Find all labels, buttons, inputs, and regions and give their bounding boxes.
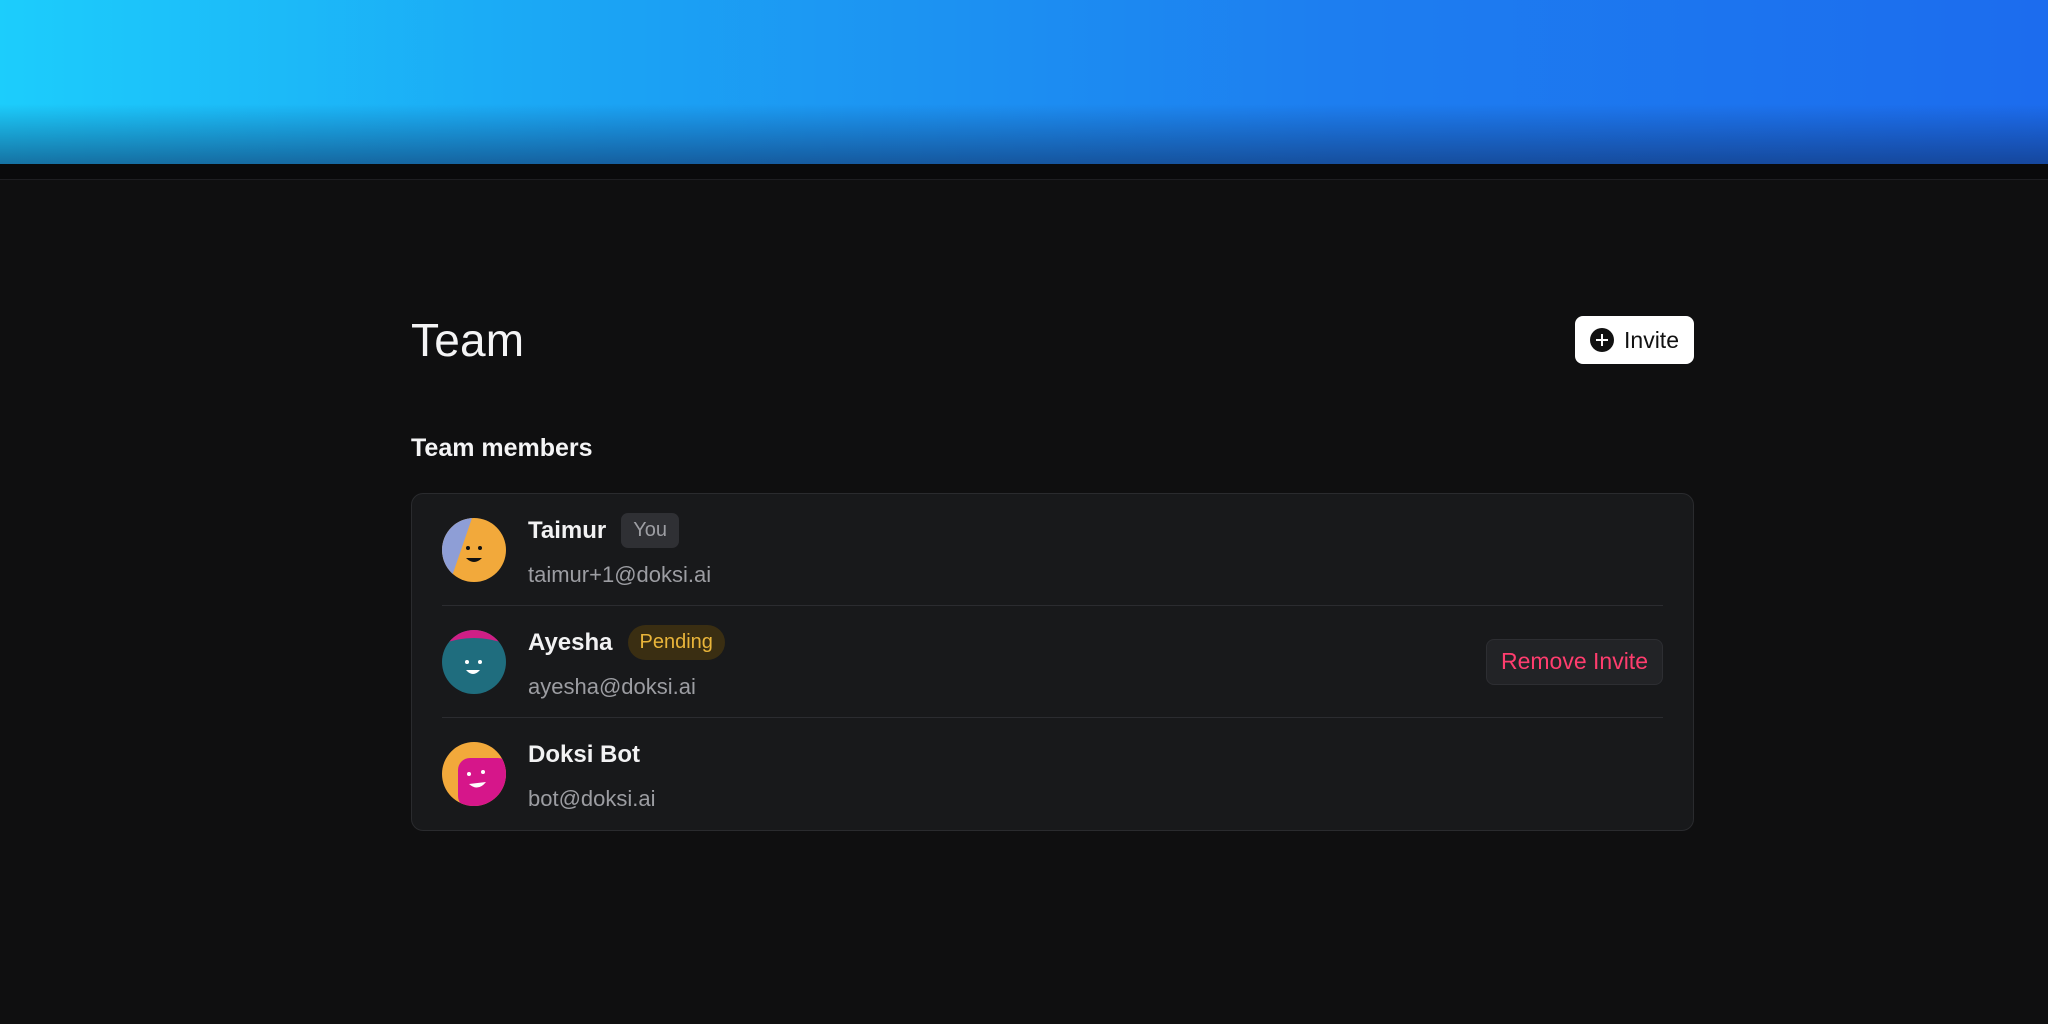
- page-header: Team Invite: [411, 300, 1694, 380]
- member-info: Doksi Bot bot@doksi.ai: [528, 736, 1663, 812]
- avatar: [442, 517, 506, 582]
- section-title: Team members: [411, 434, 593, 462]
- member-row: Doksi Bot bot@doksi.ai: [442, 718, 1663, 830]
- status-badge: Pending: [627, 625, 725, 660]
- member-row: Taimur You taimur+1@doksi.ai: [442, 494, 1663, 606]
- member-email: bot@doksi.ai: [528, 786, 656, 811]
- member-name: Doksi Bot: [528, 741, 641, 768]
- page-title: Team: [411, 314, 525, 366]
- invite-button-label: Invite: [1624, 326, 1679, 353]
- plus-circle-icon: [1590, 328, 1615, 352]
- avatar-face-icon: [442, 517, 506, 582]
- status-badge: You: [621, 513, 679, 548]
- member-name: Taimur: [528, 516, 607, 544]
- member-name-line: Doksi Bot: [528, 736, 1663, 774]
- member-info: Ayesha Pending ayesha@doksi.ai: [528, 624, 1486, 700]
- member-info: Taimur You taimur+1@doksi.ai: [528, 512, 1663, 588]
- members-list: Taimur You taimur+1@doksi.ai Ayesha Pend…: [411, 493, 1694, 831]
- remove-invite-button[interactable]: Remove Invite: [1485, 638, 1663, 685]
- header-banner: [0, 0, 2048, 164]
- member-name-line: Ayesha Pending: [528, 624, 1486, 662]
- banner-divider: [0, 164, 2048, 180]
- member-email: taimur+1@doksi.ai: [528, 561, 712, 587]
- member-name-line: Taimur You: [528, 512, 1663, 550]
- member-row: Ayesha Pending ayesha@doksi.ai Remove In…: [442, 606, 1663, 718]
- member-email: ayesha@doksi.ai: [528, 673, 696, 699]
- member-name: Ayesha: [528, 628, 613, 656]
- avatar: [442, 742, 506, 806]
- team-page: Team Invite Team members Taimur You taim…: [411, 300, 1694, 831]
- avatar-face-icon: [442, 742, 506, 806]
- avatar-face-icon: [442, 629, 506, 694]
- avatar: [442, 629, 506, 694]
- invite-button[interactable]: Invite: [1575, 316, 1694, 364]
